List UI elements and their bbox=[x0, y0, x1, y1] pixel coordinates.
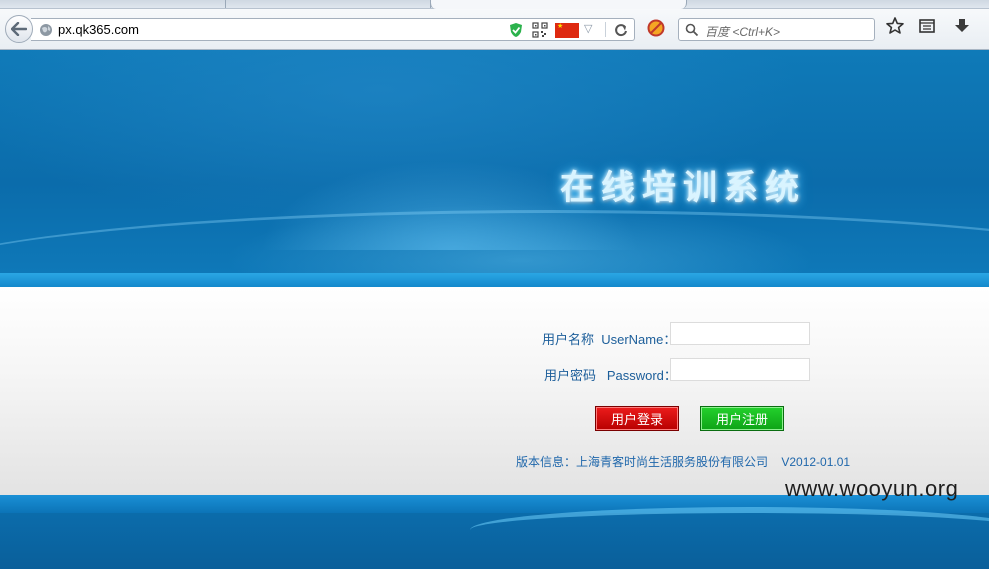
register-button[interactable]: 用户注册 bbox=[700, 406, 784, 431]
header-banner: 在线培训系统 bbox=[0, 50, 989, 273]
back-button[interactable] bbox=[5, 15, 33, 43]
background-tab[interactable] bbox=[0, 0, 226, 8]
qr-code-icon[interactable] bbox=[532, 22, 548, 38]
username-label: 用户名称 UserName： bbox=[542, 332, 677, 347]
search-bar[interactable]: 百度 <Ctrl+K> bbox=[678, 18, 875, 41]
download-icon[interactable] bbox=[953, 17, 971, 35]
navigation-toolbar: px.qk365.com ★ ▽ 百度 <Ctrl+K> bbox=[0, 9, 989, 50]
search-icon bbox=[685, 23, 699, 37]
version-info: 版本信息：上海青客时尚生活服务股份有限公司 V2012-01.01 bbox=[516, 455, 851, 469]
watermark-text: www.wooyun.org bbox=[785, 476, 959, 501]
username-input[interactable] bbox=[670, 322, 810, 345]
globe-icon bbox=[40, 24, 52, 36]
password-input[interactable] bbox=[670, 358, 810, 381]
bookmark-star-icon[interactable] bbox=[885, 16, 905, 36]
footer-glow bbox=[470, 507, 989, 553]
background-tab[interactable] bbox=[225, 0, 431, 8]
active-tab[interactable] bbox=[430, 0, 687, 9]
address-bar[interactable]: px.qk365.com ★ ▽ bbox=[31, 18, 635, 41]
reader-icon[interactable] bbox=[918, 17, 936, 35]
reload-icon[interactable] bbox=[611, 20, 631, 40]
password-label: 用户密码 Password： bbox=[544, 368, 677, 383]
search-placeholder: 百度 <Ctrl+K> bbox=[705, 25, 781, 39]
dropdown-arrow-icon[interactable]: ▽ bbox=[584, 22, 592, 35]
tab-strip bbox=[0, 0, 989, 9]
separator bbox=[605, 22, 606, 37]
banner-divider bbox=[0, 273, 989, 287]
back-arrow-icon bbox=[11, 22, 27, 36]
shield-icon[interactable] bbox=[509, 22, 523, 38]
login-form: 用户名称 UserName： 用户密码 Password： 用户登录 用户注册 … bbox=[0, 287, 989, 495]
url-text[interactable]: px.qk365.com bbox=[58, 22, 139, 37]
china-flag-icon[interactable]: ★ bbox=[555, 23, 579, 38]
adblock-icon[interactable] bbox=[647, 19, 665, 37]
system-title-logo: 在线培训系统 bbox=[560, 167, 806, 208]
footer-banner bbox=[0, 507, 989, 569]
login-button[interactable]: 用户登录 bbox=[595, 406, 679, 431]
